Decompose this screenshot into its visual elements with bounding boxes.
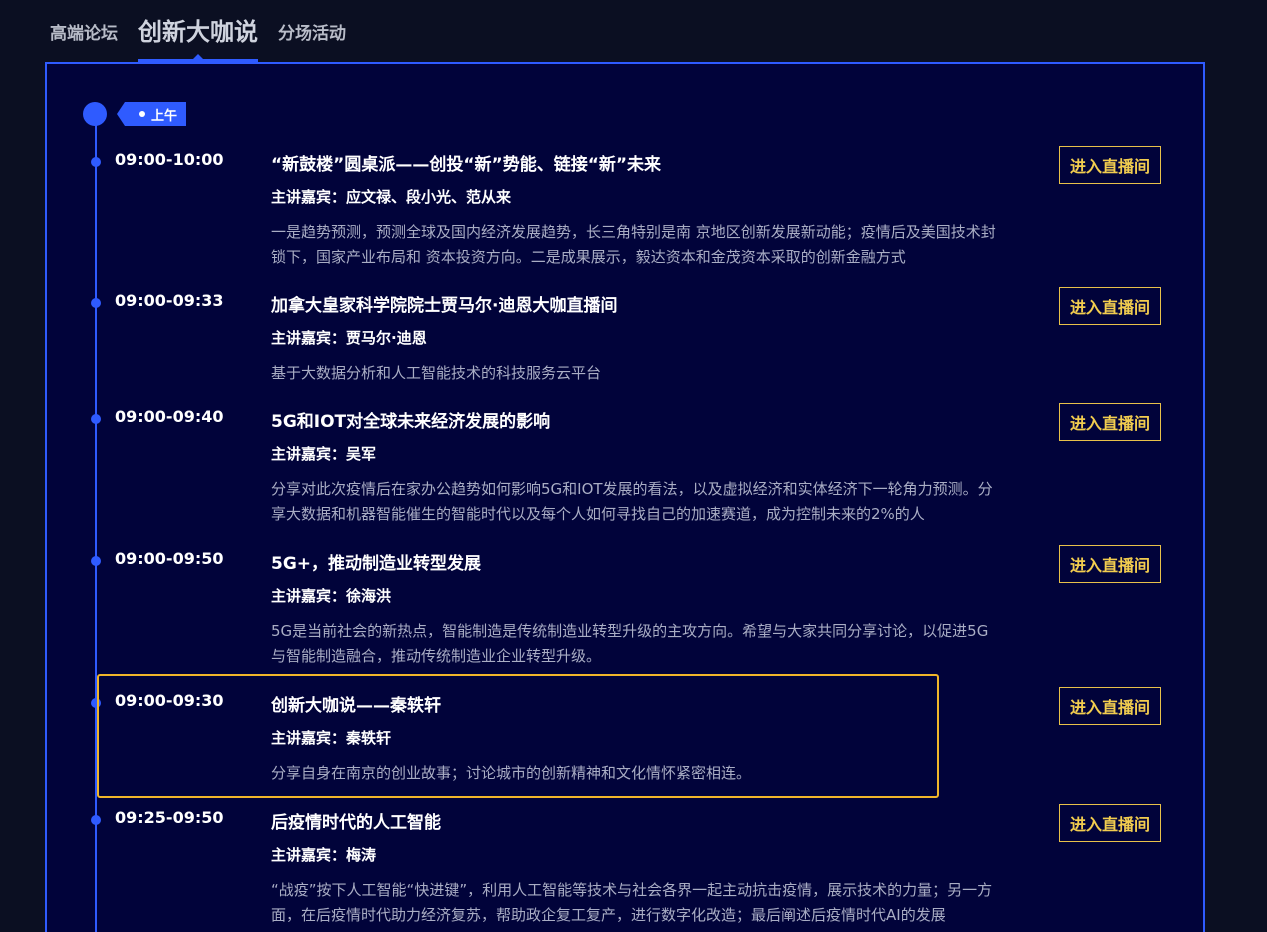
session-description: 5G是当前社会的新热点，智能制造是传统制造业转型升级的主攻方向。希望与大家共同分… bbox=[271, 622, 989, 665]
tab-bar: 高端论坛 创新大咖说 分场活动 bbox=[50, 0, 366, 62]
session-description: 一是趋势预测，预测全球及国内经济发展趋势，长三角特别是南 京地区创新发展新动能；… bbox=[271, 223, 996, 266]
enter-live-button[interactable]: 进入直播间 bbox=[1059, 287, 1161, 325]
session-time: 09:00-10:00 bbox=[115, 150, 224, 169]
session-description: 分享对此次疫情后在家办公趋势如何影响5G和IOT发展的看法，以及虚拟经济和实体经… bbox=[271, 480, 993, 523]
session-time: 09:00-09:50 bbox=[115, 549, 224, 568]
session-speaker: 主讲嘉宾：吴军 bbox=[271, 445, 377, 463]
session-title: 加拿大皇家科学院院士贾马尔·迪恩大咖直播间 bbox=[271, 296, 618, 316]
session-speaker: 主讲嘉宾：徐海洪 bbox=[271, 587, 392, 605]
period-tag: 上午 bbox=[116, 102, 187, 126]
enter-live-button[interactable]: 进入直播间 bbox=[1059, 403, 1161, 441]
session-speaker: 主讲嘉宾：应文禄、段小光、范从来 bbox=[271, 188, 512, 206]
schedule-panel: 上午 09:00-10:00 “新鼓楼”圆桌派——创投“新”势能、链接“新”未来… bbox=[45, 62, 1205, 932]
session-description: “战疫”按下人工智能“快进键”，利用人工智能等技术与社会各界一起主动抗击疫情，展… bbox=[271, 881, 993, 924]
session-title: 后疫情时代的人工智能 bbox=[271, 813, 441, 833]
session-speaker: 主讲嘉宾：贾马尔·迪恩 bbox=[271, 329, 427, 347]
timeline-dot bbox=[91, 157, 101, 167]
timeline-dot bbox=[91, 556, 101, 566]
timeline-dot bbox=[91, 414, 101, 424]
session-time: 09:00-09:30 bbox=[115, 691, 224, 710]
enter-live-button[interactable]: 进入直播间 bbox=[1059, 545, 1161, 583]
enter-live-button[interactable]: 进入直播间 bbox=[1059, 804, 1161, 842]
timeline-dot bbox=[91, 815, 101, 825]
period-dot-icon bbox=[139, 111, 145, 117]
timeline-start-dot bbox=[83, 102, 107, 126]
tab-innovation-talks[interactable]: 创新大咖说 bbox=[138, 12, 258, 62]
tab-sub-events[interactable]: 分场活动 bbox=[278, 19, 346, 62]
session-speaker: 主讲嘉宾：秦轶轩 bbox=[271, 729, 392, 747]
session-time: 09:25-09:50 bbox=[115, 808, 224, 827]
period-label: 上午 bbox=[151, 108, 178, 124]
timeline-dot bbox=[91, 298, 101, 308]
session-description: 分享自身在南京的创业故事；讨论城市的创新精神和文化情怀紧密相连。 bbox=[271, 764, 752, 782]
tab-high-end-forum[interactable]: 高端论坛 bbox=[50, 19, 118, 62]
session-title: 5G和IOT对全球未来经济发展的影响 bbox=[271, 412, 551, 432]
session-time: 09:00-09:33 bbox=[115, 291, 224, 310]
session-title: 创新大咖说——秦轶轩 bbox=[271, 696, 441, 716]
enter-live-button[interactable]: 进入直播间 bbox=[1059, 687, 1161, 725]
session-title: 5G+，推动制造业转型发展 bbox=[271, 554, 482, 574]
timeline-dot bbox=[91, 698, 101, 708]
enter-live-button[interactable]: 进入直播间 bbox=[1059, 146, 1161, 184]
session-speaker: 主讲嘉宾：梅涛 bbox=[271, 846, 377, 864]
session-description: 基于大数据分析和人工智能技术的科技服务云平台 bbox=[271, 364, 602, 382]
session-title: “新鼓楼”圆桌派——创投“新”势能、链接“新”未来 bbox=[271, 155, 662, 175]
session-time: 09:00-09:40 bbox=[115, 407, 224, 426]
timeline-line bbox=[95, 116, 97, 932]
